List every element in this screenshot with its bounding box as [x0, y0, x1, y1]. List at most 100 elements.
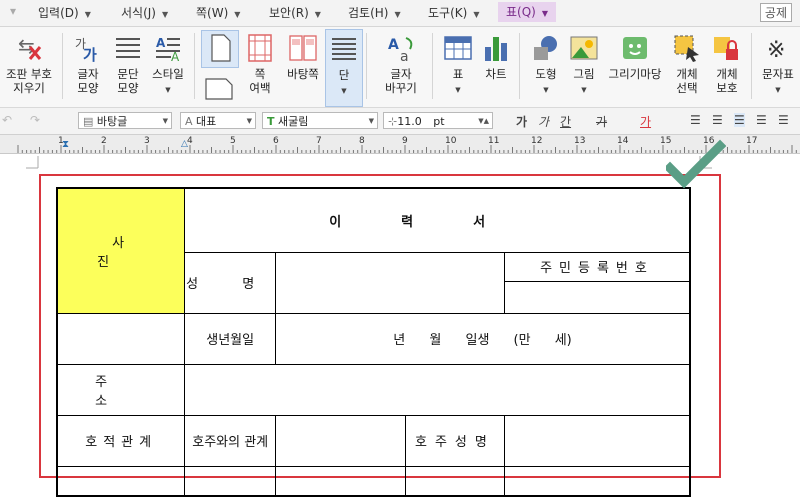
ruler-number: 7	[316, 136, 322, 146]
undo-icon[interactable]: ↶	[2, 113, 12, 127]
ruler-number: 17	[746, 136, 758, 146]
ruler-number: 5	[230, 136, 236, 146]
font-color-button[interactable]: 가	[640, 113, 651, 130]
picture-button[interactable]: 그림 ▼	[566, 29, 602, 105]
row-cell-4[interactable]	[404, 465, 505, 497]
menu-security[interactable]: 보안(R) ▼	[269, 4, 321, 21]
align-distribute-icon[interactable]: ☰	[778, 113, 789, 127]
row-cell-1[interactable]	[56, 465, 186, 497]
menu-page[interactable]: 쪽(W) ▼	[196, 4, 240, 21]
svg-text:A: A	[171, 50, 180, 63]
row-cell-2[interactable]	[184, 465, 277, 497]
clipart-icon	[620, 33, 650, 63]
menu-review[interactable]: 검토(H) ▼	[348, 4, 401, 21]
symbol-button[interactable]: ※ 문자표 ▼	[756, 29, 800, 105]
format-toolbar: ↶ ↷ ▤ 바탕글 ▼ A 대표 ▼ T 새굴림 ▼ ⊹11.0 pt ▼▲ 가 가 간…	[0, 108, 800, 135]
relation-value-cell[interactable]	[275, 414, 406, 467]
columns-button[interactable]: 단 ▼	[325, 29, 363, 107]
id-value-cell[interactable]	[503, 280, 691, 314]
para-shape-icon	[113, 33, 143, 63]
svg-text:A: A	[388, 37, 399, 53]
birth-label: 생년월일	[184, 312, 277, 365]
menu-tools[interactable]: 도구(K) ▼	[428, 4, 479, 21]
align-center-icon[interactable]: ☰	[734, 113, 745, 127]
style-icon: AA	[153, 33, 183, 64]
clear-marks-button[interactable]: ⇆ 조판 부호 지우기	[0, 29, 58, 105]
master-page-button[interactable]: 바탕쪽	[282, 29, 324, 105]
family-label: 호적관계	[56, 414, 186, 467]
empty-under-photo[interactable]	[56, 312, 186, 365]
object-select-icon	[672, 33, 702, 63]
font-combo[interactable]: T 새굴림 ▼	[262, 112, 378, 129]
style-button[interactable]: AA 스타일 ▼	[148, 29, 188, 105]
tab-marker-icon[interactable]: △	[181, 139, 188, 149]
font-size-combo[interactable]: ⊹11.0 pt ▼▲	[383, 112, 493, 129]
font-type-icon: T	[267, 115, 275, 128]
redo-icon[interactable]: ↷	[30, 113, 40, 127]
columns-icon	[329, 34, 359, 64]
ruler-number: 13	[574, 136, 586, 146]
relation-label: 호주와의 관계	[184, 414, 277, 467]
chart-button[interactable]: 차트	[478, 29, 514, 105]
page-portrait-button[interactable]	[201, 30, 239, 68]
para-shape-button[interactable]: 문단 모양	[108, 29, 148, 105]
address-value-cell[interactable]	[184, 363, 691, 416]
row-cell-5[interactable]	[503, 465, 691, 497]
align-justify-icon[interactable]: ☰	[690, 113, 701, 127]
ruler-number: 2	[101, 136, 107, 146]
change-char-button[interactable]: Aa 글자 바꾸기	[376, 29, 426, 105]
bold-button[interactable]: 가	[516, 113, 527, 130]
font-size-icon: ⊹	[388, 115, 398, 128]
picture-icon	[569, 33, 599, 63]
style-combo-icon: ▤	[83, 115, 94, 128]
ruler-number: 8	[359, 136, 365, 146]
name-label: 성 명	[184, 251, 277, 314]
menu-overflow[interactable]: ▾	[10, 4, 16, 18]
page-portrait-icon	[205, 33, 235, 63]
language-icon: A	[185, 115, 193, 128]
page-margin-icon	[245, 33, 275, 63]
menu-table[interactable]: 표(Q) ▼	[498, 2, 557, 22]
ruler-number: 3	[144, 136, 150, 146]
align-right-icon[interactable]: ☰	[756, 113, 767, 127]
char-shape-icon: 가가	[73, 33, 103, 64]
page-margin-button[interactable]: 쪽 여백	[240, 29, 280, 105]
page-landscape-button[interactable]	[201, 69, 237, 105]
language-combo[interactable]: A 대표 ▼	[180, 112, 256, 129]
clear-marks-icon: ⇆	[14, 33, 44, 63]
shape-icon	[531, 33, 561, 63]
indent-marker-icon[interactable]: ⧗	[62, 139, 69, 150]
head-name-value-cell[interactable]	[503, 414, 691, 467]
birth-value[interactable]: 년 월 일생 (만 세)	[275, 312, 691, 365]
name-value-cell[interactable]	[275, 251, 505, 314]
row-cell-3[interactable]	[275, 465, 406, 497]
menu-tail-button[interactable]: 공제	[759, 3, 792, 22]
style-combo[interactable]: ▤ 바탕글 ▼	[78, 112, 172, 129]
svg-text:A: A	[156, 36, 166, 50]
underline-button[interactable]: 간	[560, 113, 571, 130]
italic-button[interactable]: 가	[538, 113, 549, 130]
ribbon: ⇆ 조판 부호 지우기 가가 글자 모양 문단 모양 AA 스타일 ▼ 쪽 여백…	[0, 27, 800, 108]
svg-text:가: 가	[83, 46, 97, 63]
head-name-label: 호주성명	[404, 414, 505, 467]
menu-format[interactable]: 서식(J) ▼	[121, 4, 168, 21]
ruler-number: 9	[402, 136, 408, 146]
svg-text:a: a	[400, 49, 409, 63]
shape-button[interactable]: 도형 ▼	[526, 29, 566, 105]
align-left-icon[interactable]: ☰	[712, 113, 723, 127]
ruler-number: 14	[617, 136, 629, 146]
master-page-icon	[288, 33, 318, 63]
menu-insert[interactable]: 입력(D) ▼	[38, 4, 91, 21]
clipart-button[interactable]: 그리기마당	[603, 29, 667, 105]
object-select-button[interactable]: 개체 선택	[668, 29, 706, 105]
checkmark-icon	[666, 139, 726, 189]
ruler-number: 10	[445, 136, 457, 146]
object-protect-icon	[712, 33, 742, 63]
strike-button[interactable]: 가	[596, 113, 607, 130]
photo-cell[interactable]: 사 진	[56, 187, 186, 314]
table-button[interactable]: 표 ▼	[440, 29, 476, 105]
resume-table[interactable]: 사 진 이력서 성 명 주민등록번호 생년월일 년 월 일생 (만 세) 주 소…	[56, 187, 691, 497]
page-landscape-icon	[204, 73, 234, 103]
char-shape-button[interactable]: 가가 글자 모양	[68, 29, 108, 105]
object-protect-button[interactable]: 개체 보호	[707, 29, 747, 105]
